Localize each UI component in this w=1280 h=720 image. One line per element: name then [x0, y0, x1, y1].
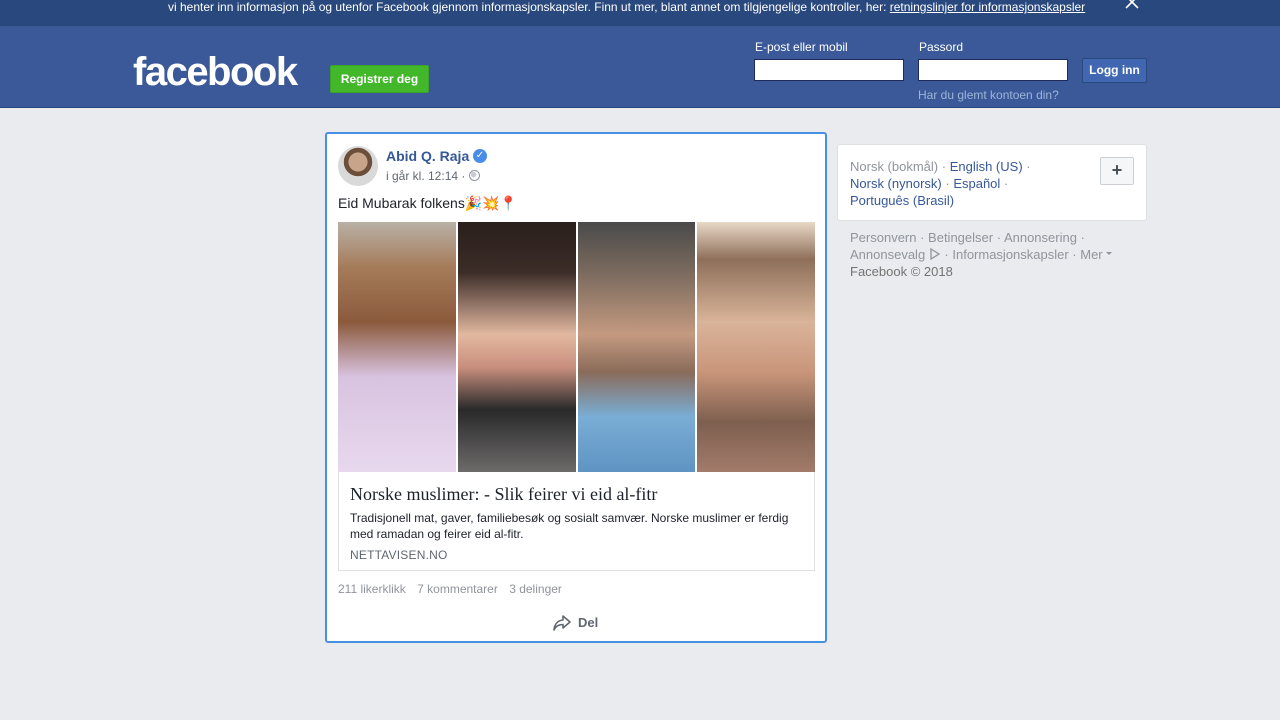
cookie-policy-link[interactable]: retningslinjer for informasjonskapsler — [890, 0, 1085, 14]
shares-count[interactable]: 3 delinger — [509, 582, 562, 596]
forgot-account-link[interactable]: Har du glemt kontoen din? — [918, 88, 1059, 102]
post-text: Eid Mubarak folkens🎉💥📍 — [338, 195, 518, 211]
photo-4 — [697, 222, 815, 472]
share-arrow-icon — [553, 615, 571, 631]
cookie-banner-message: vi henter inn informasjon på og utenfor … — [168, 0, 890, 14]
cookie-banner-text: vi henter inn informasjon på og utenfor … — [168, 0, 1085, 14]
likes-count[interactable]: 211 likerklikk — [338, 582, 406, 596]
footer: Personvern · Betingelser · Annonsering ·… — [850, 229, 1150, 280]
email-field[interactable] — [754, 59, 904, 81]
language-option[interactable]: English (US) — [950, 159, 1023, 174]
dropdown-caret-icon — [1106, 252, 1113, 255]
more-languages-button[interactable]: + — [1100, 157, 1134, 185]
share-label: Del — [578, 615, 599, 630]
link-preview-domain: NETTAVISEN.NO — [350, 548, 448, 562]
email-label: E-post eller mobil — [755, 40, 848, 54]
share-button[interactable]: Del — [552, 612, 602, 634]
footer-link-terms[interactable]: Betingelser — [928, 230, 993, 245]
close-icon[interactable] — [1124, 0, 1140, 10]
photo-1 — [338, 222, 456, 472]
link-preview-title[interactable]: Norske muslimer: - Slik feirer vi eid al… — [350, 484, 657, 505]
login-button[interactable]: Logg inn — [1082, 58, 1147, 83]
comments-count[interactable]: 7 kommentarer — [417, 582, 498, 596]
cookie-banner: vi henter inn informasjon på og utenfor … — [0, 0, 1280, 26]
footer-link-advertising[interactable]: Annonsering — [1004, 230, 1077, 245]
ad-choices-icon — [930, 248, 941, 260]
language-option[interactable]: Português (Brasil) — [850, 193, 954, 208]
password-field[interactable] — [918, 59, 1068, 81]
footer-link-cookies[interactable]: Informasjonskapsler — [952, 247, 1068, 262]
post-timestamp[interactable]: i går kl. 12:14 · — [386, 169, 465, 183]
language-option[interactable]: Español — [953, 176, 1000, 191]
link-preview-description: Tradisjonell mat, gaver, familiebesøk og… — [350, 511, 789, 541]
globe-icon — [469, 170, 480, 181]
facebook-logo[interactable]: facebook — [133, 48, 298, 96]
footer-link-privacy[interactable]: Personvern — [850, 230, 916, 245]
footer-link-more[interactable]: Mer — [1080, 247, 1102, 262]
language-option[interactable]: Norsk (nynorsk) — [850, 176, 942, 191]
language-selector: Norsk (bokmål) · English (US) · Norsk (n… — [837, 144, 1147, 221]
register-button[interactable]: Registrer deg — [330, 65, 429, 93]
top-header: facebook Registrer deg E-post eller mobi… — [0, 26, 1280, 108]
photo-3 — [577, 222, 696, 472]
copyright: Facebook © 2018 — [850, 264, 953, 279]
link-preview-image[interactable] — [338, 222, 815, 472]
post-card: Abid Q. Raja ✓ i går kl. 12:14 · Eid Mub… — [325, 132, 827, 643]
password-label: Passord — [919, 40, 964, 54]
footer-link-ad-choices[interactable]: Annonsevalg — [850, 247, 925, 262]
avatar[interactable] — [338, 146, 378, 186]
current-language: Norsk (bokmål) — [850, 159, 939, 174]
post-author[interactable]: Abid Q. Raja — [386, 148, 469, 164]
post-stats: 211 likerklikk 7 kommentarer 3 delinger — [338, 582, 570, 596]
photo-2 — [457, 222, 576, 472]
link-preview[interactable]: Norske muslimer: - Slik feirer vi eid al… — [338, 472, 815, 571]
verified-badge-icon: ✓ — [473, 149, 487, 163]
language-list: Norsk (bokmål) · English (US) · Norsk (n… — [850, 159, 1031, 208]
